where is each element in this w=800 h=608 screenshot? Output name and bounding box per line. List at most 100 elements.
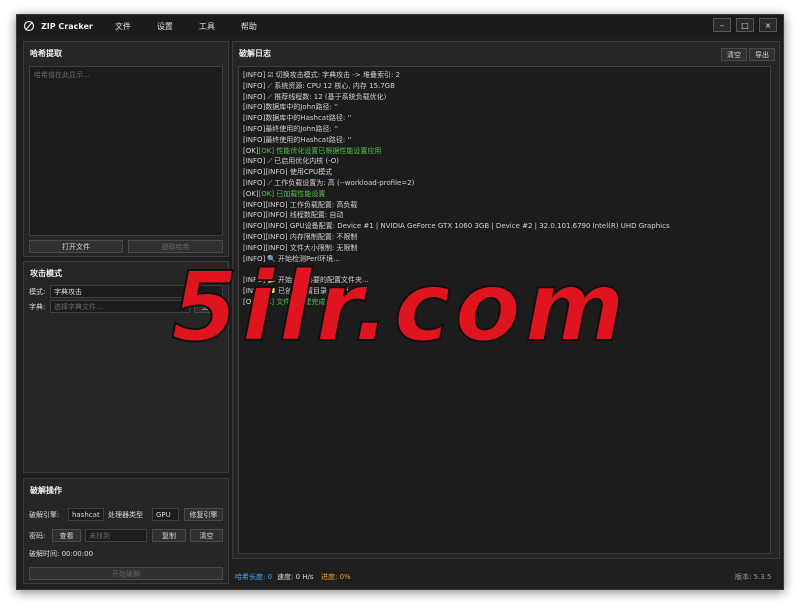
close-button[interactable]: × — [759, 18, 777, 32]
export-log-button[interactable]: 导出 — [749, 48, 775, 61]
title-bar: ZIP Cracker 文件 设置 工具 帮助 – □ × — [17, 15, 783, 37]
open-file-button[interactable]: 打开文件 — [29, 240, 123, 253]
crack-time: 破解时间: 00:00:00 — [29, 550, 94, 558]
repair-engine-button[interactable]: 修复引擎 — [184, 508, 223, 521]
log-message: 最终使用的John路径: '' — [265, 124, 338, 133]
log-output[interactable]: [INFO] ☑ 切换攻击模式: 字典攻击 -> 堆叠索引: 2 [INFO] ⟋ 系统资… — [238, 66, 771, 554]
progress-status: 进度: 0% — [321, 573, 351, 581]
log-panel-title: 破解日志 — [239, 49, 271, 58]
hash-extract-panel: 哈希提取 哈希值在此显示... 打开文件 提取哈希 — [23, 41, 229, 257]
log-line: [OK][OK] 性能优化设置已根据性能设置应用 — [243, 146, 766, 157]
log-line: [INFO] ☑ 切换攻击模式: 字典攻击 -> 堆叠索引: 2 — [243, 70, 766, 81]
menu-tools[interactable]: 工具 — [199, 21, 241, 32]
log-line: [INFO] 📁 已创建配置目录: config — [243, 286, 766, 297]
log-line: [OK][OK] 已加载性能设置 — [243, 189, 766, 200]
log-line: [INFO][INFO] GPU设备配置: Device #1 | NVIDIA… — [243, 221, 766, 232]
clear-log-button[interactable]: 清空 — [721, 48, 747, 61]
log-prefix: [INFO] — [243, 200, 266, 209]
processor-select[interactable]: GPU — [152, 508, 179, 521]
copy-password-button[interactable]: 复制 — [152, 529, 186, 542]
log-line: [INFO] ⟋ 工作负载设置为: 高 (--workload-profile=2) — [243, 178, 766, 189]
log-prefix: [INFO] — [243, 71, 266, 79]
log-line: [INFO] 🔍 开始检测Perl环境... — [243, 254, 766, 265]
mode-select[interactable]: 字典攻击 — [50, 285, 223, 298]
log-prefix: [INFO] — [243, 103, 266, 112]
menu-file[interactable]: 文件 — [115, 21, 157, 32]
log-status-icon: ⟋ — [267, 81, 273, 90]
crack-panel-title: 破解操作 — [30, 486, 62, 495]
log-prefix: [INFO] — [243, 92, 266, 101]
log-prefix: [OK] — [243, 297, 259, 306]
start-crack-button[interactable]: 开始破解 — [29, 567, 223, 580]
password-output: 未找到 — [85, 529, 147, 542]
maximize-button[interactable]: □ — [736, 18, 754, 32]
log-prefix: [INFO] — [243, 286, 266, 295]
log-message: [OK] 性能优化设置已根据性能设置应用 — [258, 146, 382, 155]
log-status-icon: ☑ — [267, 71, 274, 79]
log-prefix: [INFO] — [243, 211, 266, 220]
hash-length-status: 哈希长度: 0 — [235, 573, 273, 581]
status-bar: 哈希长度: 0 速度: 0 H/s 进度: 0% 版本: 5.3.5 — [229, 563, 782, 589]
log-message: 数据库中的Hashcat路径: '' — [265, 114, 352, 123]
app-window: ZIP Cracker 文件 设置 工具 帮助 – □ × 哈希提取 哈希值在此… — [16, 14, 784, 590]
log-message: 工作负载设置为: 高 (--workload-profile=2) — [274, 178, 415, 187]
log-prefix: [INFO] — [243, 254, 266, 263]
version-status: 版本: 5.3.5 — [735, 573, 772, 581]
log-message: 切换攻击模式: 字典攻击 -> 堆叠索引: 2 — [275, 71, 401, 79]
log-prefix: [INFO] — [243, 276, 266, 285]
processor-label: 处理器类型 — [108, 511, 143, 519]
log-message: 开始检测Perl环境... — [278, 254, 340, 263]
hash-textarea[interactable]: 哈希值在此显示... — [29, 66, 223, 236]
attack-panel-title: 攻击模式 — [30, 269, 62, 278]
log-line: [INFO] ⟋ 系统资源: CPU 12 核心, 内存 15.7GB — [243, 81, 766, 92]
log-line: [INFO][INFO] 使用CPU模式 — [243, 167, 766, 178]
log-line: [OK][OK] 文件夹创建完成 — [243, 297, 766, 308]
log-message: [OK] 已加载性能设置 — [258, 189, 326, 198]
log-message: [INFO] 线程数配置: 自动 — [265, 211, 344, 220]
window-controls: – □ × — [713, 18, 777, 32]
log-prefix: [INFO] — [243, 243, 266, 252]
view-password-button[interactable]: 查看 — [52, 529, 81, 542]
log-message: 已启用优化内核 (-O) — [274, 157, 339, 166]
app-logo-icon — [23, 20, 35, 32]
log-message: [INFO] 文件大小限制: 无限制 — [265, 243, 358, 252]
log-line: [INFO] ⟋ 推荐线程数: 12 (基于系统负载优化) — [243, 92, 766, 103]
dict-file-input[interactable]: 选择字典文件... — [50, 300, 190, 313]
log-line: [INFO]最终使用的Hashcat路径: '' — [243, 135, 766, 146]
log-line: [INFO][INFO] 内存限制配置: 不限制 — [243, 232, 766, 243]
generate-button[interactable]: 生成 — [194, 300, 223, 313]
log-message: 系统资源: CPU 12 核心, 内存 15.7GB — [274, 81, 395, 90]
log-line: [INFO][INFO] 工作负载配置: 高负载 — [243, 200, 766, 211]
minimize-button[interactable]: – — [713, 18, 731, 32]
log-line: [INFO][INFO] 线程数配置: 自动 — [243, 210, 766, 221]
log-line: [INFO]数据库中的John路径: '' — [243, 102, 766, 113]
log-message: 最终使用的Hashcat路径: '' — [265, 135, 352, 144]
clear-password-button[interactable]: 清空 — [190, 529, 223, 542]
dict-label: 字典: — [29, 303, 46, 311]
log-prefix: [INFO] — [243, 124, 266, 133]
extract-hash-button[interactable]: 提取哈希 — [128, 240, 223, 253]
attack-mode-panel: 攻击模式 模式: 字典攻击 字典: 选择字典文件... 生成 — [23, 261, 229, 473]
log-status-icon: 🔍 — [267, 254, 277, 263]
log-message: [OK] 文件夹创建完成 — [258, 297, 326, 306]
log-line: [INFO] ⟋ 已启用优化内核 (-O) — [243, 156, 766, 167]
log-prefix: [INFO] — [243, 222, 266, 231]
app-title: ZIP Cracker — [41, 21, 93, 31]
log-message: [INFO] GPU设备配置: Device #1 | NVIDIA GeFor… — [265, 222, 670, 231]
menu-help[interactable]: 帮助 — [241, 21, 283, 32]
engine-select[interactable]: hashcat — [68, 508, 104, 521]
log-prefix: [INFO] — [243, 168, 266, 177]
menu-settings[interactable]: 设置 — [157, 21, 199, 32]
log-message: 已创建配置目录: config — [278, 286, 354, 295]
crack-operation-panel: 破解操作 破解引擎: hashcat 处理器类型 GPU 修复引擎 密码: 查看… — [23, 478, 229, 584]
mode-label: 模式: — [29, 288, 46, 296]
crack-log-panel: 破解日志 清空 导出 [INFO] ☑ 切换攻击模式: 字典攻击 -> 堆叠索引: … — [232, 41, 780, 559]
log-message: [INFO] 使用CPU模式 — [265, 168, 333, 177]
log-prefix: [INFO] — [243, 135, 266, 144]
log-message: 数据库中的John路径: '' — [265, 103, 338, 112]
log-status-icon: 📁 — [267, 276, 277, 285]
log-status-icon: ⟋ — [267, 178, 273, 187]
log-line: [INFO] 📁 开始创建必要的配置文件夹... — [243, 275, 766, 286]
log-line: [INFO]数据库中的Hashcat路径: '' — [243, 113, 766, 124]
